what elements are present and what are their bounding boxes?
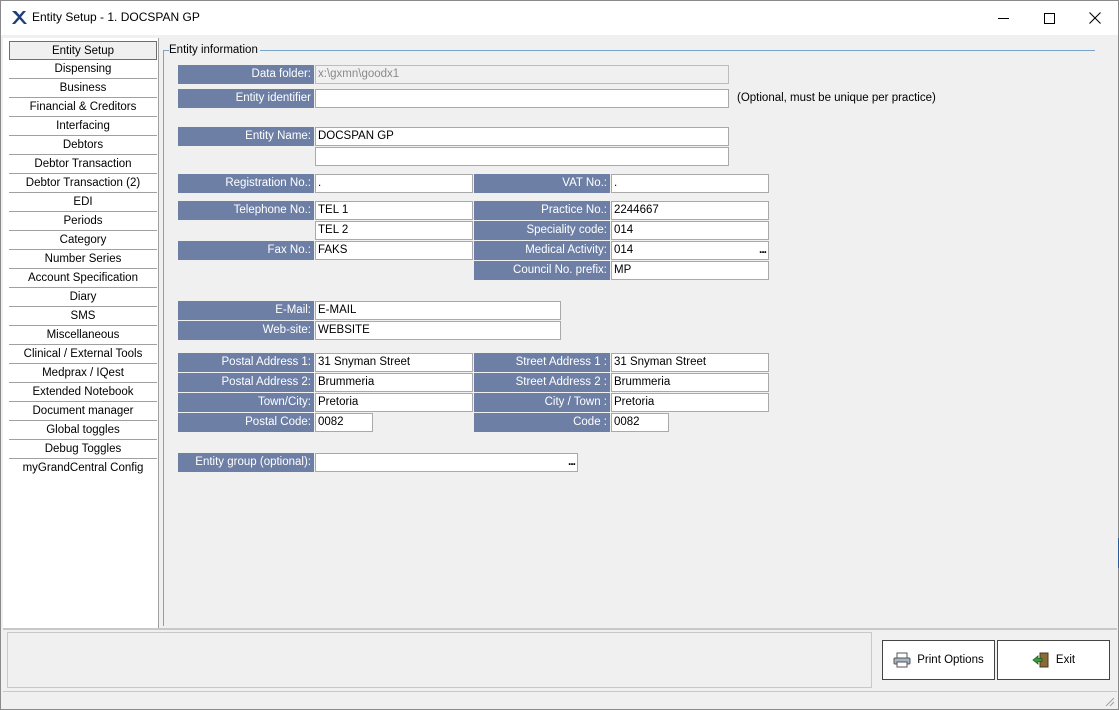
settings-sidebar: Entity Setup Dispensing Business Financi… xyxy=(3,38,159,628)
bottom-action-panel: Print Options Exit xyxy=(3,628,1117,691)
group-border-left xyxy=(163,50,164,626)
town-city-label: Town/City: xyxy=(178,393,314,412)
speciality-code-label: Speciality code: xyxy=(474,221,610,240)
sidebar-item-entity-setup[interactable]: Entity Setup xyxy=(9,41,157,60)
app-logo-icon xyxy=(12,11,27,24)
sidebar-item-number-series[interactable]: Number Series xyxy=(9,250,157,269)
medical-activity-lookup-button[interactable]: ... xyxy=(759,242,767,256)
print-options-button[interactable]: Print Options xyxy=(882,640,995,680)
entity-identifier-note: (Optional, must be unique per practice) xyxy=(737,92,936,104)
sidebar-item-dispensing[interactable]: Dispensing xyxy=(9,60,157,79)
practice-no-label: Practice No.: xyxy=(474,201,610,220)
street-address-1-input[interactable]: 31 Snyman Street xyxy=(611,353,769,372)
city-town-input[interactable]: Pretoria xyxy=(611,393,769,412)
minimize-button[interactable] xyxy=(980,1,1026,35)
street-code-input[interactable]: 0082 xyxy=(611,413,669,432)
speciality-code-input[interactable]: 014 xyxy=(611,221,769,240)
street-address-2-label: Street Address 2 : xyxy=(474,373,610,392)
sidebar-item-debtor-transaction-2[interactable]: Debtor Transaction (2) xyxy=(9,174,157,193)
street-code-label: Code : xyxy=(474,413,610,432)
telephone-1-input[interactable]: TEL 1 xyxy=(315,201,473,220)
maximize-button[interactable] xyxy=(1026,1,1072,35)
entity-group-lookup-button[interactable]: ... xyxy=(568,454,576,468)
minimize-icon xyxy=(997,17,1009,19)
exit-door-icon xyxy=(1032,652,1049,668)
printer-icon xyxy=(893,652,911,668)
data-folder-field: x:\gxmn\goodx1 xyxy=(315,65,729,84)
entity-group-input[interactable]: ... xyxy=(315,453,578,472)
resize-grip-icon[interactable] xyxy=(1103,695,1115,707)
sidebar-item-global-toggles[interactable]: Global toggles xyxy=(9,421,157,440)
medical-activity-label: Medical Activity: xyxy=(474,241,610,260)
website-label: Web-site: xyxy=(178,321,314,340)
medical-activity-input[interactable]: 014 ... xyxy=(611,241,769,260)
print-options-label: Print Options xyxy=(917,654,984,666)
group-border-top xyxy=(163,50,1095,51)
town-city-input[interactable]: Pretoria xyxy=(315,393,473,412)
sidebar-item-medprax-iqest[interactable]: Medprax / IQest xyxy=(9,364,157,383)
sidebar-item-extended-notebook[interactable]: Extended Notebook xyxy=(9,383,157,402)
entity-identifier-label: Entity identifier xyxy=(178,89,314,108)
registration-input[interactable]: . xyxy=(315,174,473,193)
sidebar-item-diary[interactable]: Diary xyxy=(9,288,157,307)
exit-button[interactable]: Exit xyxy=(997,640,1110,680)
sidebar-item-debtor-transaction[interactable]: Debtor Transaction xyxy=(9,155,157,174)
fax-input[interactable]: FAKS xyxy=(315,241,473,260)
sidebar-item-debug-toggles[interactable]: Debug Toggles xyxy=(9,440,157,459)
entity-identifier-input[interactable] xyxy=(315,89,729,108)
registration-label: Registration No.: xyxy=(178,174,314,193)
email-label: E-Mail: xyxy=(178,301,314,320)
entity-name-line2-input[interactable] xyxy=(315,147,729,166)
postal-code-label: Postal Code: xyxy=(178,413,314,432)
title-bar: Entity Setup - 1. DOCSPAN GP xyxy=(1,1,1118,35)
fax-label: Fax No.: xyxy=(178,241,314,260)
postal-address-2-label: Postal Address 2: xyxy=(178,373,314,392)
sidebar-item-financial-creditors[interactable]: Financial & Creditors xyxy=(9,98,157,117)
website-input[interactable]: WEBSITE xyxy=(315,321,561,340)
sidebar-item-mygrandcentral-config[interactable]: myGrandCentral Config xyxy=(9,459,157,478)
exit-label: Exit xyxy=(1055,654,1076,666)
status-bar xyxy=(3,691,1117,709)
email-input[interactable]: E-MAIL xyxy=(315,301,561,320)
practice-no-input[interactable]: 2244667 xyxy=(611,201,769,220)
medical-activity-value: 014 xyxy=(614,244,634,256)
postal-address-1-input[interactable]: 31 Snyman Street xyxy=(315,353,473,372)
window-title: Entity Setup - 1. DOCSPAN GP xyxy=(32,10,200,24)
postal-code-input[interactable]: 0082 xyxy=(315,413,373,432)
entity-setup-window: Entity Setup - 1. DOCSPAN GP Entity Setu… xyxy=(0,0,1119,710)
vat-label: VAT No.: xyxy=(474,174,610,193)
sidebar-item-debtors[interactable]: Debtors xyxy=(9,136,157,155)
sidebar-item-sms[interactable]: SMS xyxy=(9,307,157,326)
sidebar-item-periods[interactable]: Periods xyxy=(9,212,157,231)
close-icon xyxy=(1089,12,1101,24)
postal-address-1-label: Postal Address 1: xyxy=(178,353,314,372)
maximize-icon xyxy=(1043,12,1055,24)
sidebar-item-edi[interactable]: EDI xyxy=(9,193,157,212)
telephone-2-input[interactable]: TEL 2 xyxy=(315,221,473,240)
street-address-2-input[interactable]: Brummeria xyxy=(611,373,769,392)
data-folder-label: Data folder: xyxy=(178,65,314,84)
postal-address-2-input[interactable]: Brummeria xyxy=(315,373,473,392)
sidebar-item-interfacing[interactable]: Interfacing xyxy=(9,117,157,136)
sidebar-item-document-manager[interactable]: Document manager xyxy=(9,402,157,421)
sidebar-item-business[interactable]: Business xyxy=(9,79,157,98)
group-title: Entity information xyxy=(169,44,260,56)
street-address-1-label: Street Address 1 : xyxy=(474,353,610,372)
bottom-info-area xyxy=(7,632,872,688)
sidebar-item-clinical-external-tools[interactable]: Clinical / External Tools xyxy=(9,345,157,364)
vat-input[interactable]: . xyxy=(611,174,769,193)
sidebar-item-account-specification[interactable]: Account Specification xyxy=(9,269,157,288)
sidebar-item-category[interactable]: Category xyxy=(9,231,157,250)
city-town-label: City / Town : xyxy=(474,393,610,412)
entity-information-panel: Entity information Data folder: x:\gxmn\… xyxy=(163,38,1119,628)
close-button[interactable] xyxy=(1072,1,1118,35)
telephone-label: Telephone No.: xyxy=(178,201,314,220)
council-prefix-label: Council No. prefix: xyxy=(474,261,610,280)
sidebar-item-miscellaneous[interactable]: Miscellaneous xyxy=(9,326,157,345)
council-prefix-input[interactable]: MP xyxy=(611,261,769,280)
entity-group-label: Entity group (optional): xyxy=(178,453,314,472)
entity-name-input[interactable]: DOCSPAN GP xyxy=(315,127,729,146)
entity-name-label: Entity Name: xyxy=(178,127,314,146)
